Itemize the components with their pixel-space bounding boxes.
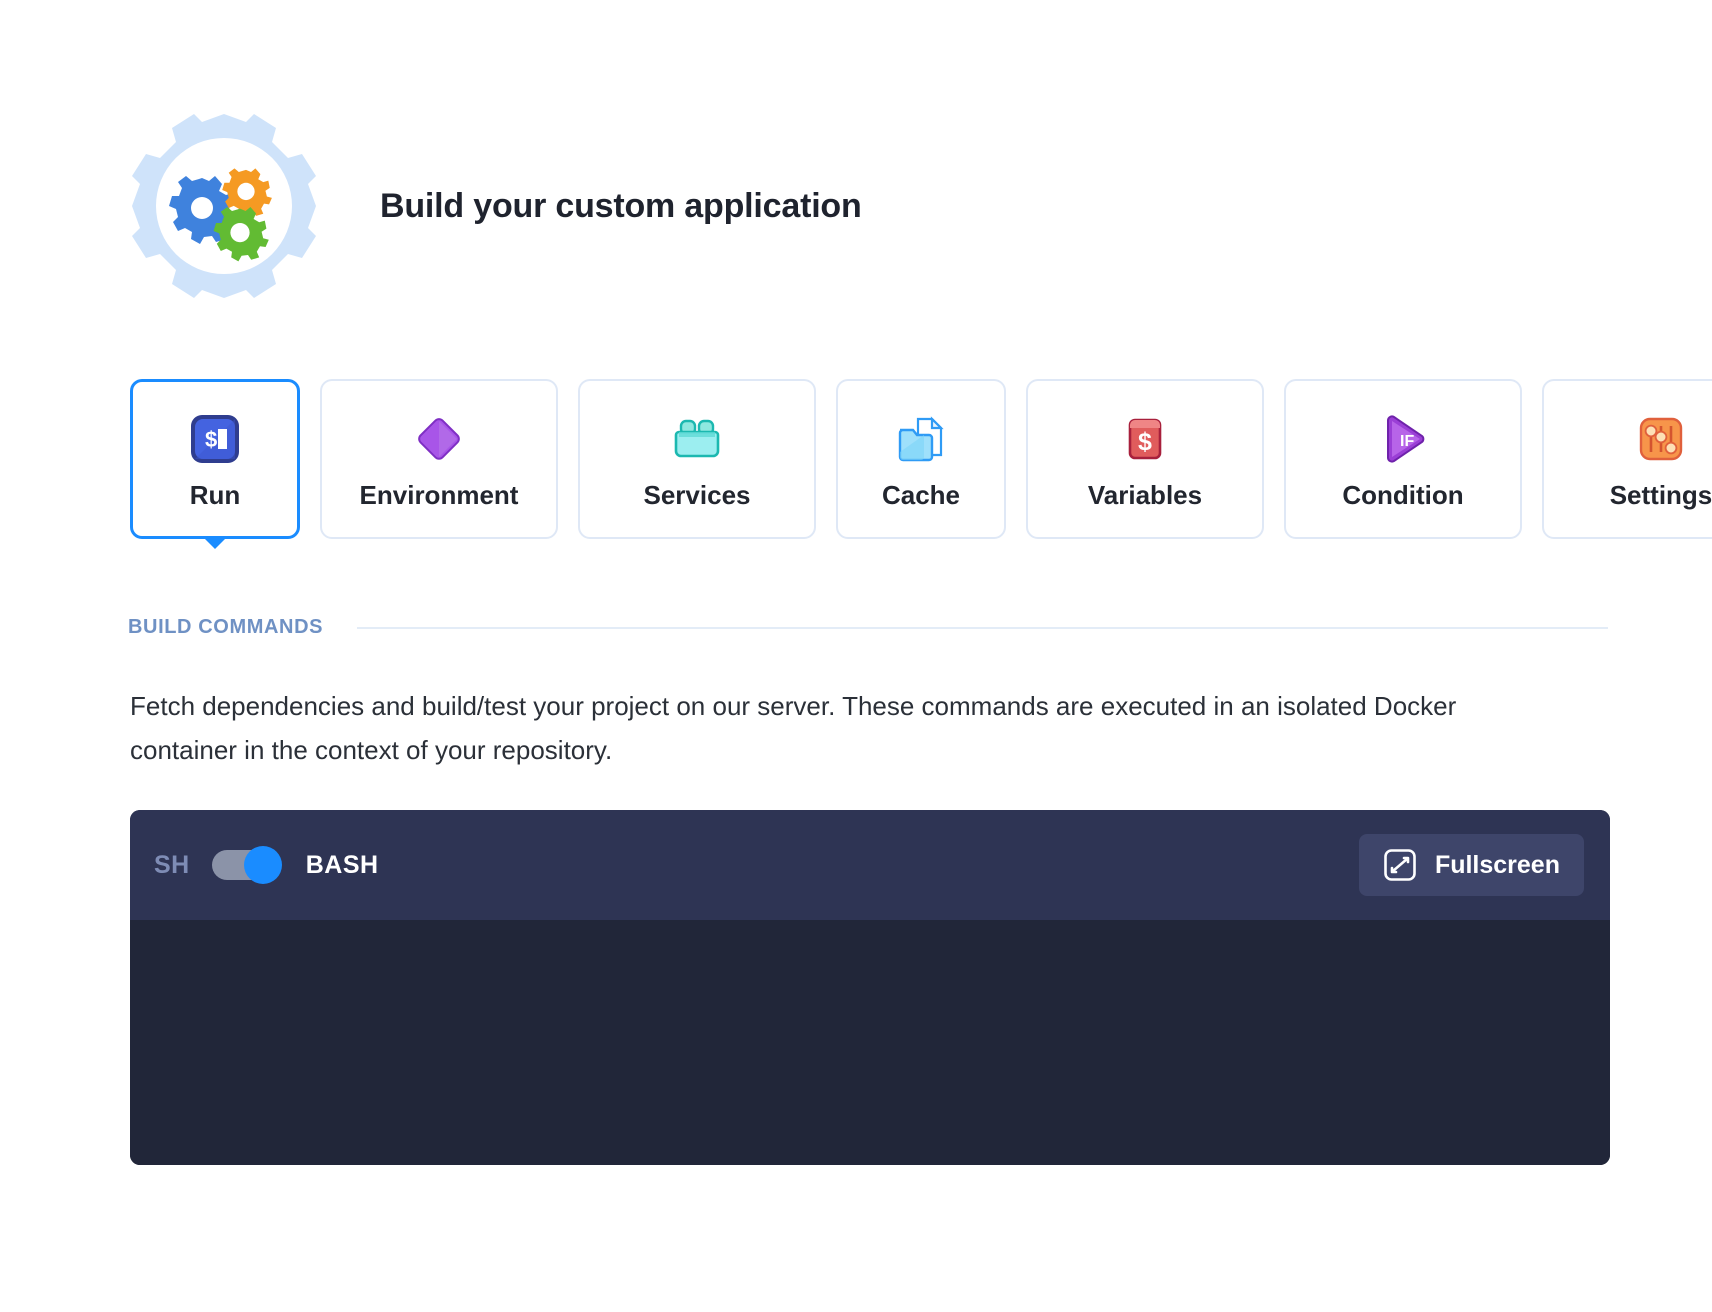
if-triangle-icon: IF [1376,410,1430,468]
tab-variables[interactable]: $ Variables [1026,379,1264,539]
dollar-box-icon: $ [1118,410,1172,468]
fullscreen-label: Fullscreen [1434,850,1560,879]
tab-cache[interactable]: Cache [836,379,1006,539]
app-page: Build your custom application $ Run Envi… [0,0,1712,1312]
shell-toggle[interactable] [211,846,282,884]
terminal-prompt-icon: $ [188,410,242,468]
svg-text:$: $ [205,427,217,452]
tab-run[interactable]: $ Run [130,379,300,549]
gears-badge-icon [128,110,320,302]
tab-run-label: Run [189,480,241,510]
tab-environment-label: Environment [359,480,519,510]
tab-condition[interactable]: IF Condition [1284,379,1522,539]
active-tab-caret [202,536,228,549]
page-header: Build your custom application [128,110,862,302]
section-header: BUILD COMMANDS [128,616,1608,639]
terminal-editor[interactable] [130,920,1610,1165]
tab-bar: $ Run Environment Services Cache $ Varia… [130,379,1712,549]
terminal-toolbar: SH BASH Fullscreen [130,810,1610,920]
fullscreen-icon [1383,848,1417,882]
shell-toggle-knob [243,846,282,884]
tab-variables-label: Variables [1087,480,1203,510]
shell-bash-label[interactable]: BASH [306,851,379,880]
tab-services-label: Services [643,480,751,510]
section-description: Fetch dependencies and build/test your p… [130,691,1457,765]
purple-diamond-icon [412,410,466,468]
tab-environment[interactable]: Environment [320,379,558,539]
shell-sh-label[interactable]: SH [154,851,190,880]
tab-services[interactable]: Services [578,379,816,539]
tab-settings-label: Settings [1609,480,1712,510]
fullscreen-button[interactable]: Fullscreen [1358,834,1584,896]
sliders-icon [1634,410,1688,468]
svg-text:$: $ [1138,428,1152,456]
section-divider [357,626,1608,629]
build-commands-terminal: SH BASH Fullscreen [130,810,1610,1165]
page-title: Build your custom application [380,186,862,225]
tab-settings[interactable]: Settings [1542,379,1712,539]
tab-condition-label: Condition [1342,480,1464,510]
services-crate-icon [670,410,724,468]
svg-text:IF: IF [1400,433,1414,450]
section-title: BUILD COMMANDS [128,616,324,638]
folder-document-icon [894,410,948,468]
tab-cache-label: Cache [881,480,961,510]
